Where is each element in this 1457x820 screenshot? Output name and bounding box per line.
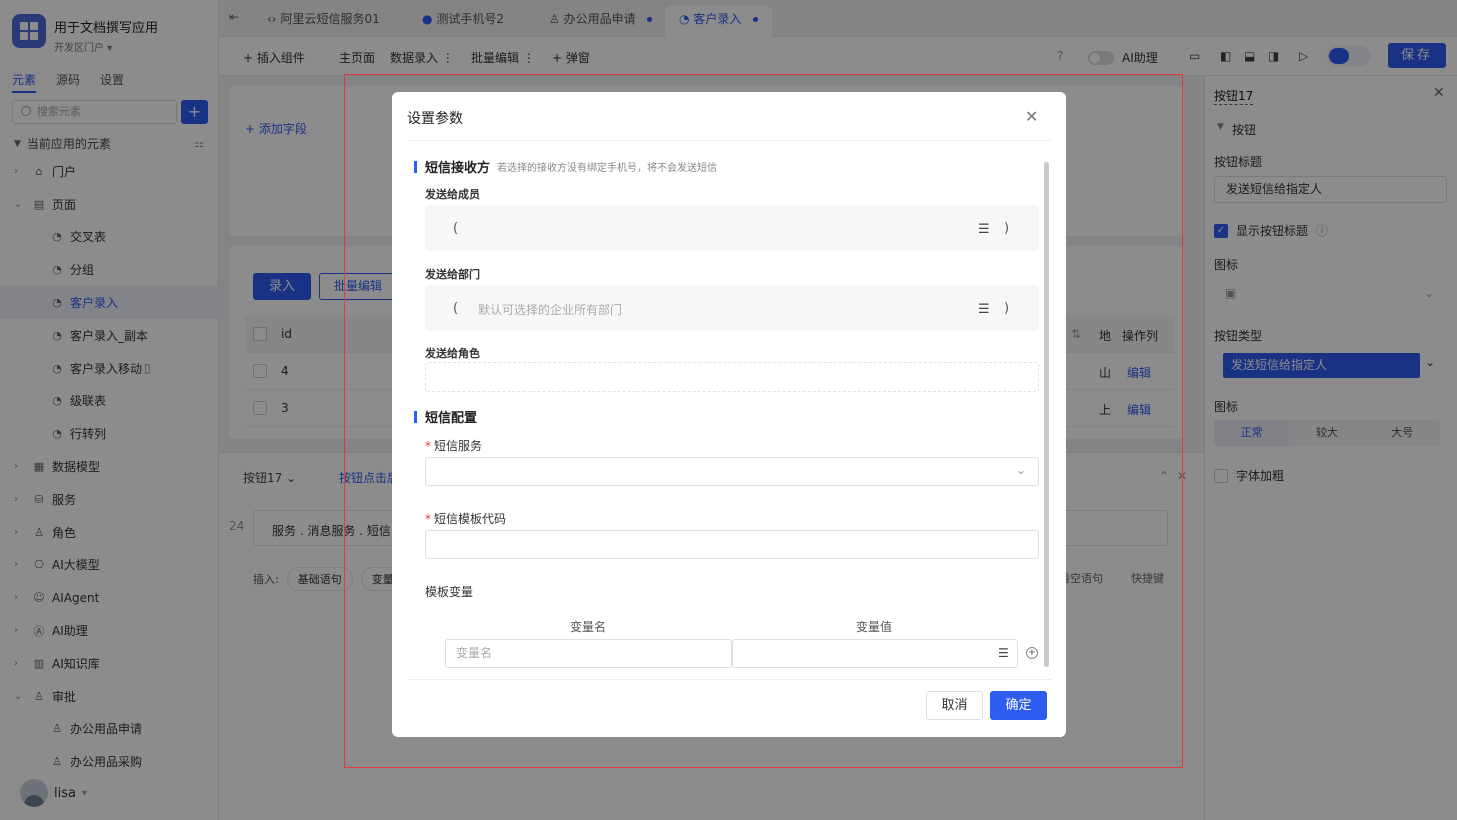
sms-service-label: * 短信服务 [425,439,483,453]
menu-icon[interactable]: ☰ [978,302,990,317]
send-to-dept-field[interactable]: ( 默认可选择的企业所有部门 ☰ ) [425,285,1039,331]
confirm-button[interactable]: 确定 [990,691,1047,720]
send-to-role-label: 发送给角色 [425,347,480,360]
send-to-dept-label: 发送给部门 [425,268,480,281]
scrollbar[interactable] [1044,162,1049,667]
var-value-input[interactable]: ☰ [732,639,1018,668]
sms-service-select[interactable]: ⌄ [425,457,1039,486]
dept-placeholder: 默认可选择的企业所有部门 [478,303,623,317]
send-to-role-field[interactable] [425,362,1039,392]
cancel-button[interactable]: 取消 [926,691,983,720]
send-to-member-label: 发送给成员 [425,188,480,201]
section-sms-config: 短信配置 [414,407,477,426]
add-variable-icon[interactable]: + [1026,647,1038,659]
sms-template-input[interactable] [425,530,1039,559]
chevron-down-icon: ⌄ [1016,463,1027,477]
var-name-input[interactable]: 变量名 [445,639,732,668]
dialog-title: 设置参数 [407,111,463,127]
sms-template-label: * 短信模板代码 [425,512,507,526]
template-vars-label: 模板变量 [425,585,474,599]
section-recipients: 短信接收方 若选择的接收方没有绑定手机号，将不会发送短信 [414,157,717,176]
var-value-header: 变量值 [856,620,893,634]
close-icon[interactable]: ✕ [1025,107,1038,126]
set-params-dialog: 设置参数 ✕ 短信接收方 若选择的接收方没有绑定手机号，将不会发送短信 发送给成… [392,92,1066,737]
menu-icon[interactable]: ☰ [998,640,1009,667]
send-to-member-field[interactable]: ( ☰ ) [425,205,1039,251]
var-name-header: 变量名 [570,620,607,634]
menu-icon[interactable]: ☰ [978,222,990,237]
